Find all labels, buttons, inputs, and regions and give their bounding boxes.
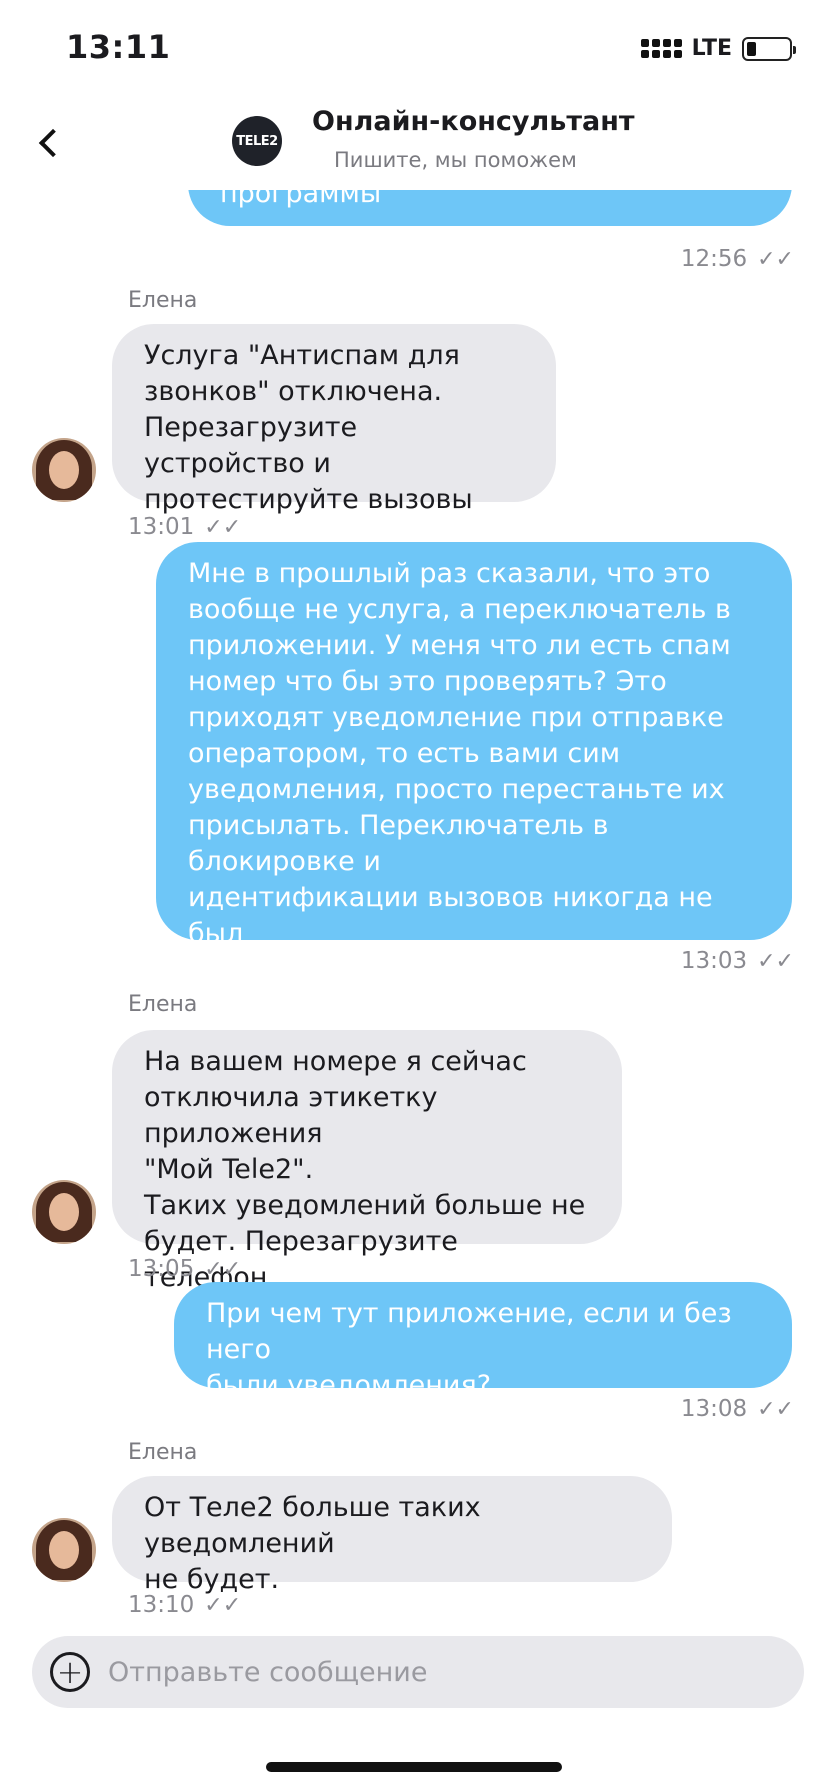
tele2-logo: TELE2 (232, 116, 282, 166)
read-check-icon: ✓✓ (757, 246, 794, 272)
message-time: 13:03 (680, 948, 748, 974)
outgoing-message-bubble: При чем тут приложение, если и без него … (174, 1282, 792, 1401)
status-time: 13:11 (66, 28, 171, 66)
agent-avatar (32, 1180, 96, 1244)
signal-icon (640, 39, 682, 58)
message-text: От Теле2 больше таких уведомлений не буд… (144, 1492, 481, 1595)
outgoing-message-bubble: Мне в прошлый раз сказали, что это вообщ… (156, 542, 792, 985)
network-label: LTE (691, 36, 732, 61)
message-meta: 12:56 ✓✓ (681, 246, 794, 272)
page-title: Онлайн-консультант (312, 106, 635, 137)
read-check-icon: ✓✓ (757, 1396, 794, 1422)
read-check-icon: ✓✓ (204, 1256, 242, 1282)
sender-name: Елена (128, 992, 198, 1017)
read-check-icon: ✓✓ (757, 948, 794, 974)
plus-circle-icon[interactable]: + (50, 1652, 90, 1692)
incoming-message-bubble: На вашем номере я сейчас отключила этике… (112, 1030, 622, 1293)
message-time: 13:10 (128, 1592, 195, 1618)
status-indicators: LTE (640, 36, 796, 61)
home-indicator[interactable] (266, 1762, 562, 1772)
outgoing-message-bubble: сим карты как sim pin и sim программы (188, 190, 792, 226)
read-check-icon: ✓✓ (204, 1592, 242, 1618)
message-meta: 13:10 ✓✓ (128, 1592, 241, 1618)
read-check-icon: ✓✓ (204, 514, 242, 540)
message-time: 12:56 (680, 246, 748, 272)
agent-avatar (32, 438, 96, 502)
incoming-message-bubble: От Теле2 больше таких уведомлений не буд… (112, 1476, 672, 1595)
back-chevron-icon[interactable] (34, 122, 64, 164)
message-meta: 13:01 ✓✓ (128, 514, 241, 540)
message-text: сим карты как sim pin и sim программы (220, 190, 382, 209)
chat-thread[interactable]: сим карты как sim pin и sim программы 12… (0, 190, 828, 1630)
status-bar: 13:11 LTE (0, 0, 828, 100)
message-input[interactable] (108, 1656, 748, 1688)
agent-avatar (32, 1518, 96, 1582)
page-subtitle: Пишите, мы поможем (334, 148, 577, 172)
message-composer: + (32, 1636, 804, 1708)
sender-name: Елена (128, 288, 198, 313)
battery-icon (742, 36, 796, 61)
message-meta: 13:05 ✓✓ (128, 1256, 241, 1282)
message-time: 13:05 (128, 1256, 195, 1282)
message-time: 13:01 (128, 514, 195, 540)
message-meta: 13:08 ✓✓ (681, 1396, 794, 1422)
message-meta: 13:03 ✓✓ (681, 948, 794, 974)
incoming-message-bubble: Услуга "Антиспам для звонков" отключена.… (112, 324, 556, 515)
sender-name: Елена (128, 1440, 198, 1465)
message-text: Мне в прошлый раз сказали, что это вообщ… (188, 558, 731, 985)
chat-header: TELE2 Онлайн-консультант Пишите, мы помо… (0, 100, 828, 190)
message-text: При чем тут приложение, если и без него … (206, 1298, 732, 1401)
message-time: 13:08 (680, 1396, 748, 1422)
message-text: Услуга "Антиспам для звонков" отключена.… (144, 340, 473, 515)
